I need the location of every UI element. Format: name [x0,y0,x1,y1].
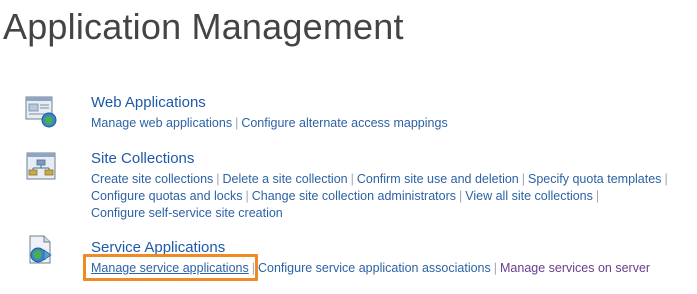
link-separator: | [350,172,354,186]
link-manage-web-applications[interactable]: Manage web applications [91,116,232,130]
link-separator: | [493,261,497,275]
section-title-web-applications[interactable]: Web Applications [91,94,206,111]
link-configure-quotas-and-locks[interactable]: Configure quotas and locks [91,189,242,203]
link-specify-quota-templates[interactable]: Specify quota templates [528,172,661,186]
link-confirm-site-use-and-deletion[interactable]: Confirm site use and deletion [357,172,519,186]
web-applications-links: Manage web applications | Configure altern… [91,115,691,132]
link-separator: | [245,189,249,203]
link-separator: | [521,172,526,186]
link-separator: | [235,116,239,130]
site-collections-links: Create site collections | Delete a site co… [91,171,691,222]
link-separator: | [216,172,220,186]
link-separator: | [595,189,600,203]
link-configure-service-application-associations[interactable]: Configure service application associatio… [258,261,491,275]
highlight-box [83,254,258,281]
link-delete-site-collection[interactable]: Delete a site collection [223,172,348,186]
web-application-window-icon [24,94,60,130]
link-separator: | [664,172,668,186]
link-create-site-collections[interactable]: Create site collections [91,172,213,186]
link-manage-services-on-server[interactable]: Manage services on server [500,261,650,275]
link-change-site-collection-administrators[interactable]: Change site collection administrators [252,189,456,203]
section-title-site-collections[interactable]: Site Collections [91,150,194,167]
site-collection-hierarchy-icon [24,150,60,186]
link-configure-alternate-access-mappings[interactable]: Configure alternate access mappings [241,116,447,130]
page-title: Application Management [3,6,404,47]
service-application-page-globe-icon [24,233,60,269]
link-configure-self-service-site-creation[interactable]: Configure self-service site creation [91,206,283,220]
link-view-all-site-collections[interactable]: View all site collections [465,189,593,203]
link-separator: | [459,189,463,203]
